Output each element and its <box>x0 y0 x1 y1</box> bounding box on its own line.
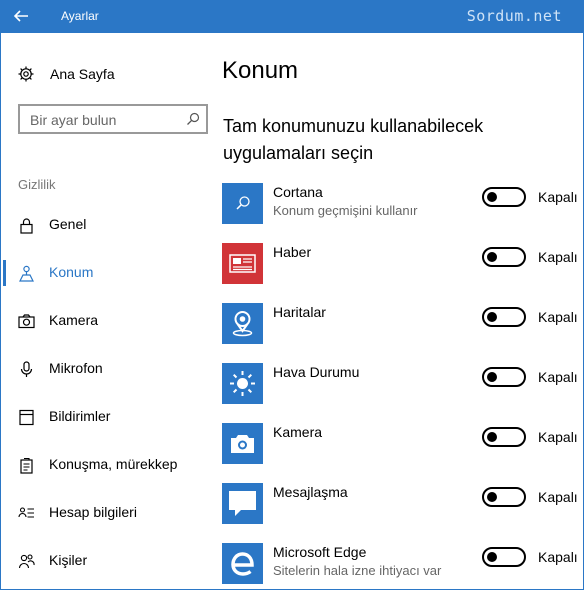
sidebar-item-konum[interactable]: Konum <box>0 258 210 288</box>
messaging-app-icon <box>222 483 263 524</box>
account-info-icon <box>18 507 34 518</box>
sidebar-item-label: Kamera <box>49 312 99 328</box>
title-bar: Ayarlar Sordum.net <box>0 0 584 33</box>
toggle-knob <box>487 432 497 442</box>
messaging-location-toggle[interactable] <box>482 487 526 507</box>
sidebar-item-kisiler[interactable]: Kişiler <box>0 546 210 576</box>
app-row-haritalar: Haritalar Kapalı <box>222 303 582 345</box>
notifications-icon <box>19 409 34 426</box>
app-row-hava-durumu: Hava Durumu Kapalı <box>222 363 582 405</box>
sidebar-item-label: Mikrofon <box>49 360 103 376</box>
microphone-icon <box>20 361 33 377</box>
toggle-state: Kapalı <box>538 189 578 205</box>
location-icon <box>19 265 34 282</box>
camera-icon <box>18 314 35 329</box>
app-row-cortana: Cortana Konum geçmişini kullanır Kapalı <box>222 183 582 225</box>
people-icon <box>18 554 35 569</box>
app-description: Sitelerin hala izne ihtiyacı var <box>273 563 442 578</box>
toggle-state: Kapalı <box>538 249 578 265</box>
toggle-state: Kapalı <box>538 429 578 445</box>
maps-location-toggle[interactable] <box>482 307 526 327</box>
toggle-knob <box>487 312 497 322</box>
section-heading-line1: Tam konumunuzu kullanabilecek <box>223 116 484 136</box>
page-title: Konum <box>222 57 299 84</box>
weather-location-toggle[interactable] <box>482 367 526 387</box>
sidebar-item-label: Konuşma, mürekkep <box>49 456 178 472</box>
app-name: Haritalar <box>273 304 326 320</box>
sidebar-item-hesap-bilgileri[interactable]: Hesap bilgileri <box>0 498 210 528</box>
app-name: Hava Durumu <box>273 364 360 380</box>
toggle-state: Kapalı <box>538 549 578 565</box>
sidebar-item-label: Kişiler <box>49 552 88 568</box>
home-label: Ana Sayfa <box>50 66 115 82</box>
watermark: Sordum.net <box>466 7 562 25</box>
edge-location-toggle[interactable] <box>482 547 526 567</box>
sidebar-item-bildirimler[interactable]: Bildirimler <box>0 402 210 432</box>
search-icon[interactable] <box>186 112 200 126</box>
app-row-microsoft-edge: Microsoft Edge Sitelerin hala izne ihtiy… <box>222 543 582 585</box>
camera-location-toggle[interactable] <box>482 427 526 447</box>
sidebar-item-konusma-murekkep[interactable]: Konuşma, mürekkep <box>0 450 210 480</box>
sidebar-item-label: Genel <box>49 216 87 232</box>
sidebar-item-genel[interactable]: Genel <box>0 210 210 240</box>
gear-icon <box>18 66 34 82</box>
cortana-location-toggle[interactable] <box>482 187 526 207</box>
search-placeholder: Bir ayar bulun <box>30 112 117 128</box>
app-row-mesajlasma: Mesajlaşma Kapalı <box>222 483 582 525</box>
app-name: Cortana <box>273 184 323 200</box>
toggle-knob <box>487 552 497 562</box>
section-heading-line2: uygulamaları seçin <box>223 143 374 163</box>
sidebar-item-mikrofon[interactable]: Mikrofon <box>0 354 210 384</box>
toggle-knob <box>487 192 497 202</box>
app-name: Mesajlaşma <box>273 484 348 500</box>
toggle-state: Kapalı <box>538 309 578 325</box>
sidebar-item-label: Hesap bilgileri <box>49 504 137 520</box>
news-location-toggle[interactable] <box>482 247 526 267</box>
app-description: Konum geçmişini kullanır <box>273 203 418 218</box>
sidebar-item-kamera[interactable]: Kamera <box>0 306 210 336</box>
toggle-knob <box>487 252 497 262</box>
maps-app-icon <box>222 303 263 344</box>
news-app-icon <box>222 243 263 284</box>
sidebar-item-label: Konum <box>49 264 94 280</box>
toggle-state: Kapalı <box>538 489 578 505</box>
edge-app-icon <box>222 543 263 584</box>
cortana-app-icon <box>222 183 263 224</box>
toggle-knob <box>487 492 497 502</box>
active-indicator <box>3 260 6 286</box>
speech-ink-icon <box>20 457 33 474</box>
sidebar-item-label: Bildirimler <box>49 408 111 424</box>
back-arrow-icon[interactable] <box>12 7 30 25</box>
app-name: Microsoft Edge <box>273 544 367 560</box>
window-title: Ayarlar <box>61 9 99 23</box>
lock-icon <box>20 218 33 234</box>
camera-app-icon <box>222 423 263 464</box>
app-name: Kamera <box>273 424 323 440</box>
app-row-kamera: Kamera Kapalı <box>222 423 582 465</box>
app-name: Haber <box>273 244 312 260</box>
section-heading: Tam konumunuzu kullanabilecek uygulamala… <box>223 113 553 167</box>
toggle-state: Kapalı <box>538 369 578 385</box>
app-row-haber: Haber Kapalı <box>222 243 582 285</box>
settings-search-input[interactable]: Bir ayar bulun <box>18 104 208 134</box>
toggle-knob <box>487 372 497 382</box>
weather-app-icon <box>222 363 263 404</box>
section-label: Gizlilik <box>18 177 56 192</box>
